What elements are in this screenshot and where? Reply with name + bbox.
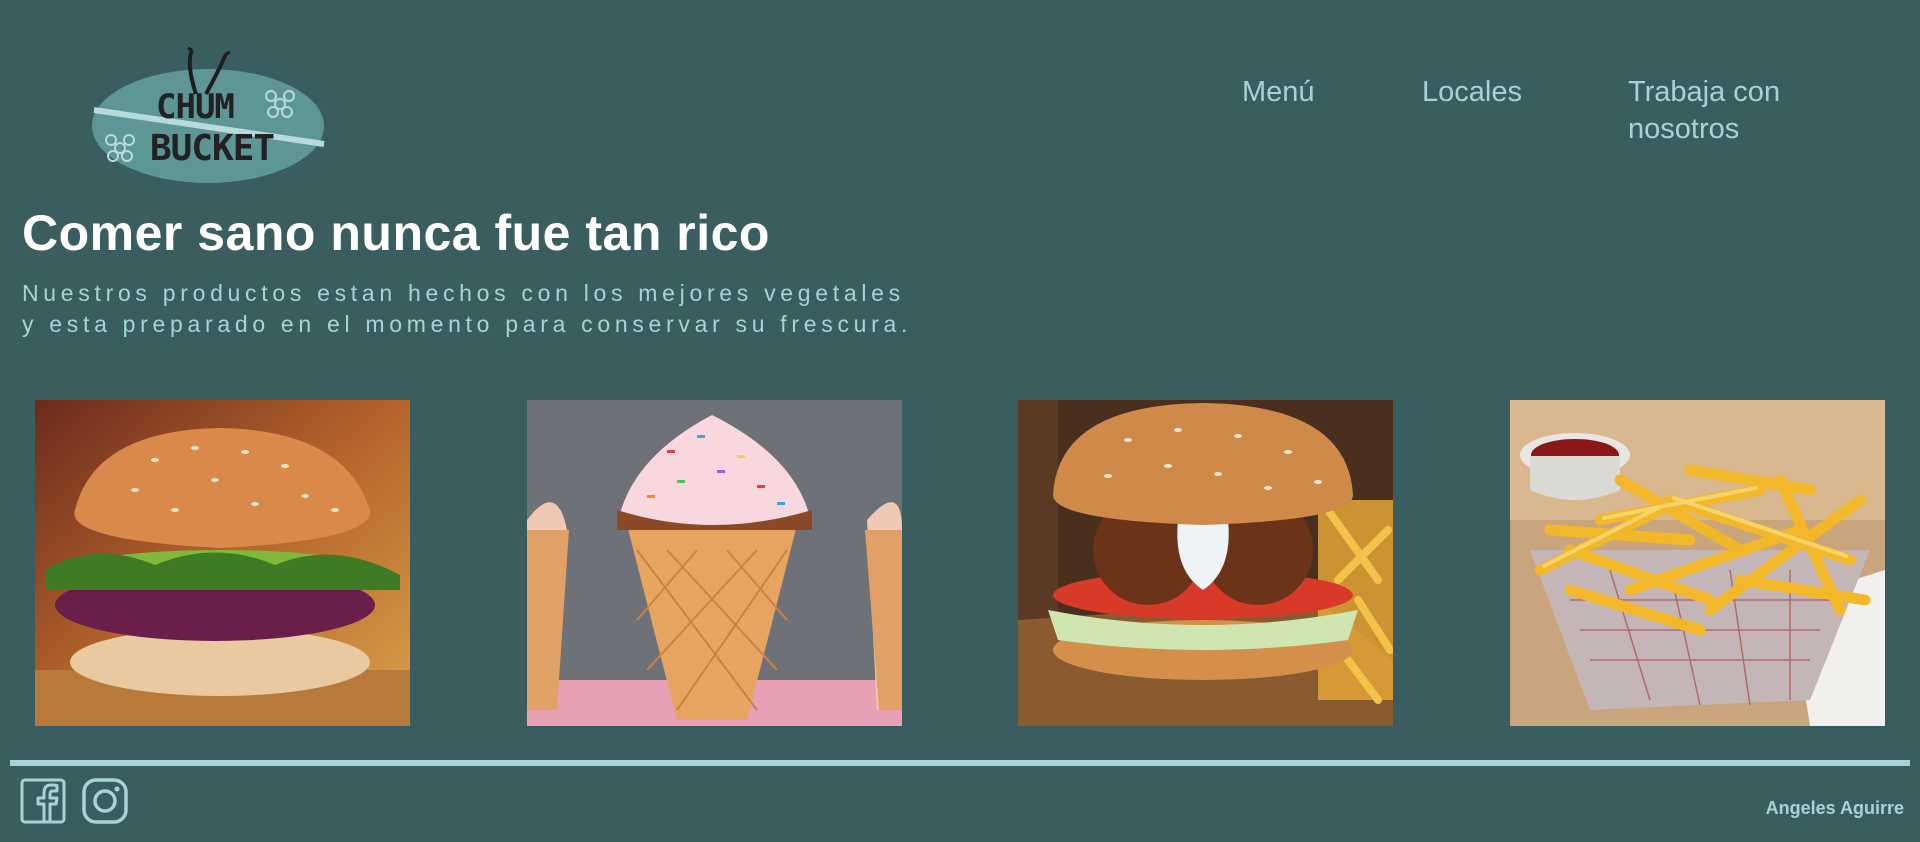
chum-bucket-logo[interactable]: CHUM BUCKET — [88, 44, 328, 190]
landing-page: CHUM BUCKET Menú Locales Trabaja con nos… — [0, 0, 1920, 842]
veggie-burger-photo — [35, 400, 410, 726]
svg-text:CHUM: CHUM — [156, 87, 234, 127]
nav-link-locales[interactable]: Locales — [1422, 74, 1522, 111]
facebook-icon[interactable] — [20, 778, 66, 824]
nav-link-trabaja-con-nosotros[interactable]: Trabaja con nosotros — [1628, 74, 1828, 148]
footer-divider — [10, 760, 1910, 766]
svg-text:BUCKET: BUCKET — [150, 128, 274, 169]
french-fries-photo — [1510, 400, 1885, 726]
page-headline: Comer sano nunca fue tan rico — [22, 205, 770, 261]
instagram-icon[interactable] — [82, 778, 128, 824]
author-credit: Angeles Aguirre — [1765, 798, 1904, 818]
food-gallery — [0, 400, 1920, 726]
hero-subtitle-line-1: Nuestros productos estan hechos con los … — [22, 280, 905, 306]
falafel-burger-photo — [1018, 400, 1393, 726]
social-links — [20, 778, 128, 824]
hero-subtitle: Nuestros productos estan hechos con los … — [22, 278, 922, 340]
ice-cream-cone-photo — [527, 400, 902, 726]
nav-link-menu[interactable]: Menú — [1242, 74, 1315, 111]
hero-subtitle-line-2: y esta preparado en el momento para cons… — [22, 311, 913, 337]
